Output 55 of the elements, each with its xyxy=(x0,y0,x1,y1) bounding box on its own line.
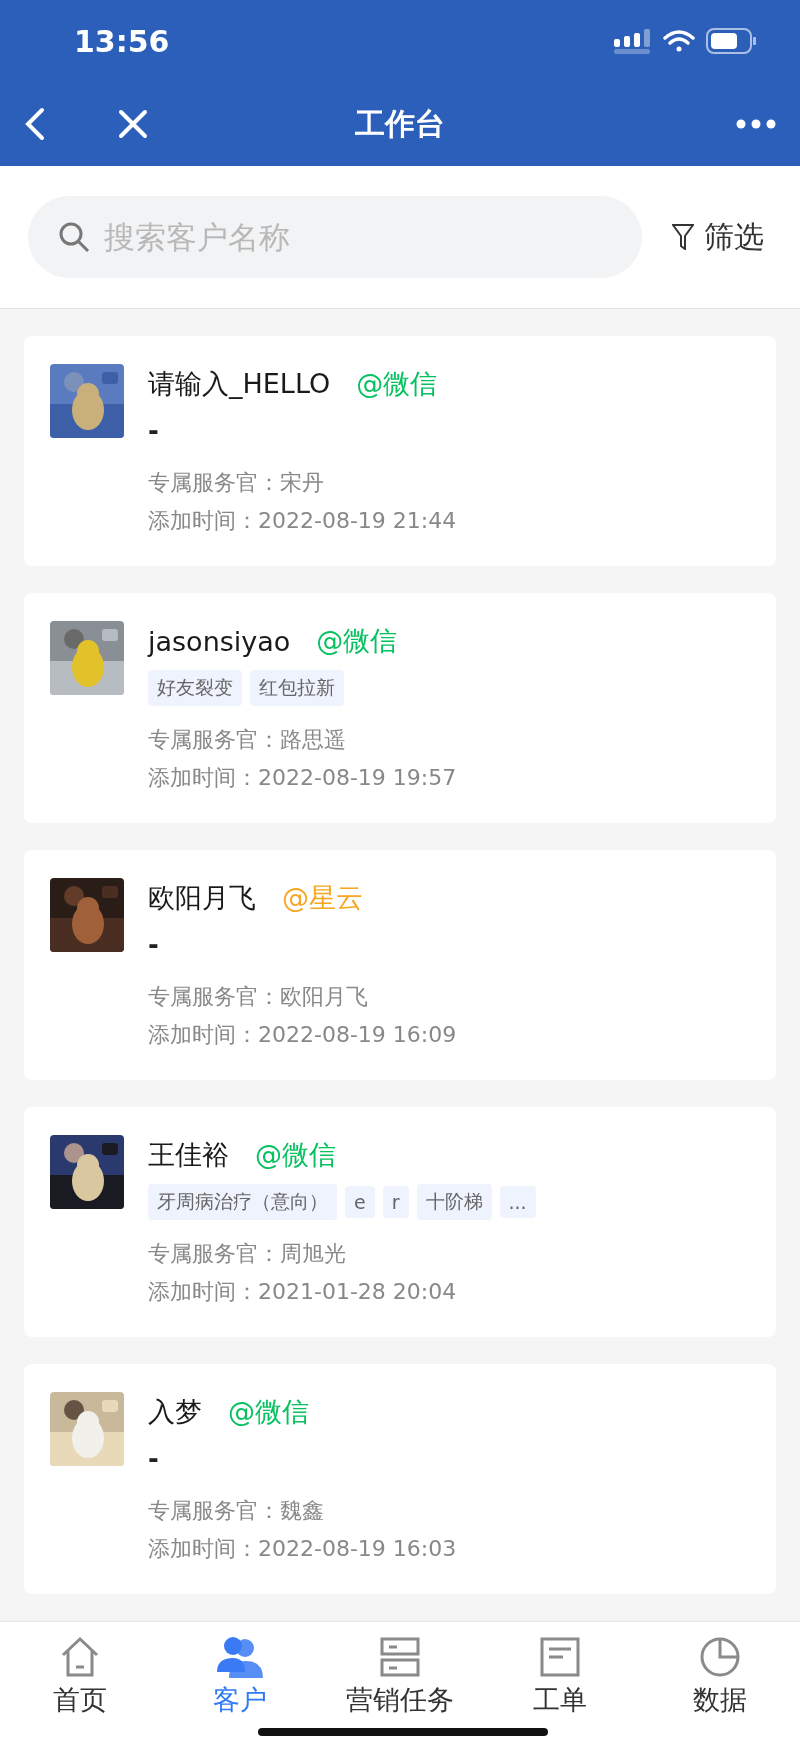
customer-name: 入梦 xyxy=(148,1395,202,1429)
customer-name: 欧阳月飞 xyxy=(148,881,256,915)
channel-label: @微信 xyxy=(255,1138,336,1172)
tag: 好友裂变 xyxy=(148,670,242,706)
drawers-icon xyxy=(379,1636,421,1678)
customer-card[interactable]: jasonsiyao @微信 好友裂变 红包拉新 专属服务官：路思遥 添加时间：2022-08-19 19:57 xyxy=(24,593,776,823)
tag: 红包拉新 xyxy=(250,670,344,706)
signal-icon xyxy=(614,28,652,54)
service-agent: 专属服务官：欧阳月飞 xyxy=(148,983,369,1011)
service-agent: 专属服务官：周旭光 xyxy=(148,1240,347,1268)
customer-card[interactable]: 欧阳月飞 @星云 - 专属服务官：欧阳月飞 添加时间：2022-08-19 16:09 xyxy=(24,850,776,1080)
channel-label: @星云 xyxy=(282,881,363,915)
pie-chart-icon xyxy=(699,1636,741,1678)
added-time: 添加时间：2022-08-19 16:03 xyxy=(148,1535,457,1563)
service-agent: 专属服务官：魏鑫 xyxy=(148,1497,325,1525)
added-time: 添加时间：2022-08-19 21:44 xyxy=(148,507,457,535)
tab[interactable]: 营销任务 xyxy=(320,1622,480,1744)
filter-button[interactable]: 筛选 xyxy=(672,216,772,258)
channel-label: @微信 xyxy=(228,1395,309,1429)
people-icon xyxy=(215,1636,265,1678)
tag: ... xyxy=(499,1186,536,1218)
home-icon xyxy=(59,1636,101,1678)
status-time: 13:56 xyxy=(74,23,170,59)
customer-name: 王佳裕 xyxy=(148,1138,229,1172)
search-field[interactable]: 搜索客户名称 xyxy=(28,196,642,278)
empty-tags: - xyxy=(148,416,159,446)
tab[interactable]: 首页 xyxy=(0,1622,160,1744)
page-title: 工作台 xyxy=(355,104,445,143)
customer-card[interactable]: 王佳裕 @微信 牙周病治疗（意向） e r 十阶梯 ... 专属服务官：周旭光 添加时间：2021-01-28 20:04 xyxy=(24,1107,776,1337)
channel-label: @微信 xyxy=(356,367,438,401)
wifi-icon xyxy=(662,29,696,53)
channel-label: @微信 xyxy=(316,624,398,658)
battery-icon xyxy=(706,28,756,54)
service-agent: 专属服务官：宋丹 xyxy=(148,469,325,497)
customer-card[interactable]: 入梦 @微信 - 专属服务官：魏鑫 添加时间：2022-08-19 16:03 xyxy=(24,1364,776,1594)
filter-icon xyxy=(672,224,694,250)
empty-tags: - xyxy=(148,1444,159,1474)
customer-name: 请输入_HELLO xyxy=(148,367,331,401)
tab[interactable]: 数据 xyxy=(640,1622,800,1744)
service-agent: 专属服务官：路思遥 xyxy=(148,726,347,754)
tag: 牙周病治疗（意向） xyxy=(148,1184,337,1220)
added-time: 添加时间：2022-08-19 16:09 xyxy=(148,1021,457,1049)
tag: e xyxy=(345,1186,375,1218)
tag: r xyxy=(382,1186,409,1218)
customer-card[interactable]: 请输入_HELLO @微信 - 专属服务官：宋丹 添加时间：2022-08-19 21:44 xyxy=(24,336,776,566)
document-icon xyxy=(539,1636,581,1678)
tag: 十阶梯 xyxy=(416,1184,492,1220)
tab[interactable]: 工单 xyxy=(480,1622,640,1744)
close-icon xyxy=(118,109,148,139)
back-icon xyxy=(24,107,46,141)
empty-tags: - xyxy=(148,930,159,960)
added-time: 添加时间：2021-01-28 20:04 xyxy=(148,1278,458,1306)
added-time: 添加时间：2022-08-19 19:57 xyxy=(148,764,457,792)
more-icon xyxy=(736,119,776,129)
customer-name: jasonsiyao xyxy=(148,625,291,657)
